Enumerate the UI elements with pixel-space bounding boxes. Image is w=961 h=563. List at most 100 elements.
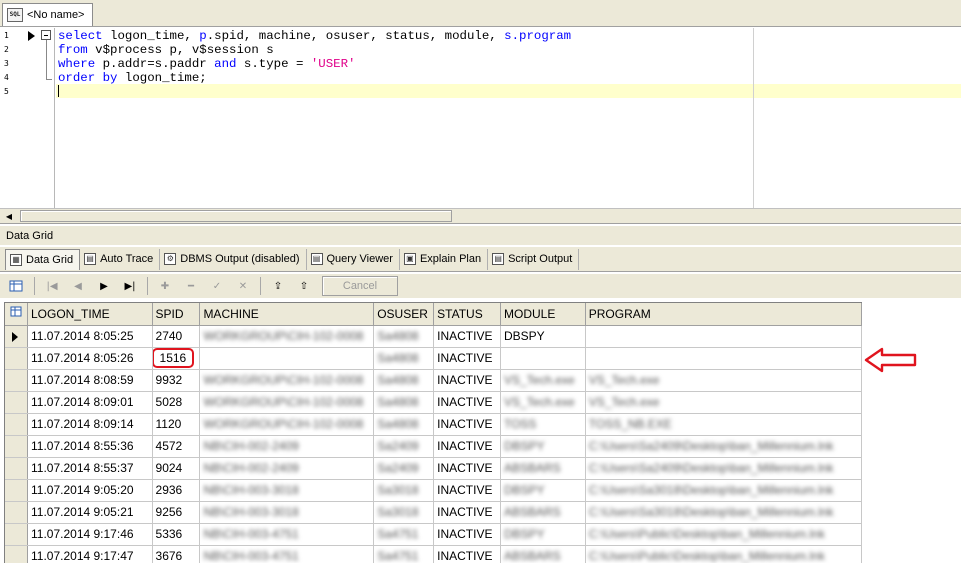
scroll-left-icon[interactable]: ◀ — [2, 211, 16, 222]
row-indicator[interactable] — [5, 545, 28, 563]
row-indicator[interactable] — [5, 347, 28, 370]
insert-record-button[interactable]: ✚ — [153, 276, 177, 296]
table-row[interactable]: 11.07.2014 9:05:21 9256 NB\CIH-003-3018 Sa3… — [5, 501, 862, 524]
row-indicator[interactable] — [5, 435, 28, 458]
cell-osuser[interactable]: Sa4751 — [373, 545, 435, 563]
cell-program[interactable]: VS_Tech.exe — [585, 369, 862, 392]
table-row[interactable]: 11.07.2014 8:05:25 2740 WORKGROUP\CIH-102-… — [5, 325, 862, 348]
collapse-icon[interactable] — [41, 30, 51, 40]
cell-spid[interactable]: 5028 — [152, 391, 201, 414]
cell-machine[interactable]: WORKGROUP\CIH-102-0008 — [199, 369, 375, 392]
export-button[interactable]: ⇪ — [266, 276, 290, 296]
cell-status[interactable]: INACTIVE — [433, 457, 501, 480]
column-header-spid[interactable]: SPID — [152, 303, 201, 326]
row-indicator[interactable] — [5, 413, 28, 436]
cell-osuser[interactable]: Sa4808 — [373, 369, 435, 392]
cell-machine[interactable]: NB\CIH-003-4751 — [199, 523, 375, 546]
column-header-module[interactable]: MODULE — [500, 303, 586, 326]
cell-program[interactable] — [585, 347, 862, 370]
cell-module[interactable]: DBSPY — [500, 523, 586, 546]
cell-logon-time[interactable]: 11.07.2014 8:09:14 — [27, 413, 153, 436]
cell-module[interactable]: DBSPY — [500, 479, 586, 502]
cell-logon-time[interactable]: 11.07.2014 8:55:37 — [27, 457, 153, 480]
cell-status[interactable]: INACTIVE — [433, 523, 501, 546]
cell-logon-time[interactable]: 11.07.2014 9:05:20 — [27, 479, 153, 502]
cell-spid[interactable]: 2936 — [152, 479, 201, 502]
cell-osuser[interactable]: Sa2409 — [373, 435, 435, 458]
cell-osuser[interactable]: Sa2409 — [373, 457, 435, 480]
cell-machine[interactable]: WORKGROUP\CIH-102-0008 — [199, 391, 375, 414]
cell-osuser[interactable]: Sa4808 — [373, 391, 435, 414]
cell-module[interactable]: ABSBARS — [500, 457, 586, 480]
cell-program[interactable]: C:\Users\Sa2409\Desktop\ban_Millennium.l… — [585, 457, 862, 480]
sql-editor[interactable]: 1 2 3 4 5 select logon_time, p.spid, machine… — [0, 28, 961, 224]
cell-osuser[interactable]: Sa4808 — [373, 325, 435, 348]
first-record-button[interactable]: |◀ — [40, 276, 64, 296]
cell-status[interactable]: INACTIVE — [433, 325, 501, 348]
cell-machine[interactable]: NB\CIH-003-4751 — [199, 545, 375, 563]
document-tab[interactable]: SQL <No name> — [2, 3, 93, 26]
column-header-status[interactable]: STATUS — [433, 303, 501, 326]
table-row[interactable]: 11.07.2014 8:09:01 5028 WORKGROUP\CIH-102-… — [5, 391, 862, 414]
cell-status[interactable]: INACTIVE — [433, 435, 501, 458]
cell-machine[interactable]: WORKGROUP\CIH-102-0008 — [199, 413, 375, 436]
cell-module[interactable]: VS_Tech.exe — [500, 369, 586, 392]
row-indicator[interactable] — [5, 457, 28, 480]
table-row[interactable]: 11.07.2014 8:09:14 1120 WORKGROUP\CIH-102-… — [5, 413, 862, 436]
cell-program[interactable]: C:\Users\Public\Desktop\ban_Millennium.l… — [585, 545, 862, 563]
tab-data-grid[interactable]: ▦ Data Grid — [5, 248, 81, 270]
scrollbar-thumb[interactable] — [20, 210, 452, 222]
cell-module[interactable] — [500, 347, 586, 370]
cell-machine[interactable] — [199, 347, 375, 370]
next-record-button[interactable]: ▶ — [92, 276, 116, 296]
tab-explain[interactable]: ▣ Explain Plan — [400, 248, 489, 270]
horizontal-scrollbar[interactable]: ◀ — [0, 208, 961, 223]
tab-auto[interactable]: ▤ Auto Trace — [80, 248, 161, 270]
cell-module[interactable]: ABSBARS — [500, 545, 586, 563]
cell-program[interactable]: C:\Users\Sa2409\Desktop\ban_Millennium.l… — [585, 435, 862, 458]
table-row[interactable]: 11.07.2014 9:17:47 3676 NB\CIH-003-4751 Sa4… — [5, 545, 862, 563]
row-indicator[interactable] — [5, 523, 28, 546]
post-edit-button[interactable]: ✓ — [205, 276, 229, 296]
cell-logon-time[interactable]: 11.07.2014 8:05:25 — [27, 325, 153, 348]
cell-program[interactable]: C:\Users\Sa3018\Desktop\ban_Millennium.l… — [585, 501, 862, 524]
cell-status[interactable]: INACTIVE — [433, 501, 501, 524]
cell-program[interactable]: VS_Tech.exe — [585, 391, 862, 414]
cell-spid[interactable]: 3676 — [152, 545, 201, 563]
cell-module[interactable]: DBSPY — [500, 325, 586, 348]
cell-osuser[interactable]: Sa4808 — [373, 347, 435, 370]
column-header-program[interactable]: PROGRAM — [585, 303, 862, 326]
cell-logon-time[interactable]: 11.07.2014 8:09:01 — [27, 391, 153, 414]
column-header-logon-time[interactable]: LOGON_TIME — [27, 303, 153, 326]
prior-record-button[interactable]: ◀ — [66, 276, 90, 296]
cell-spid[interactable]: 2740 — [152, 325, 201, 348]
cell-program[interactable]: C:\Users\Public\Desktop\ban_Millennium.l… — [585, 523, 862, 546]
cell-module[interactable]: DBSPY — [500, 435, 586, 458]
cell-status[interactable]: INACTIVE — [433, 347, 501, 370]
tab-script[interactable]: ▤ Script Output — [488, 248, 580, 270]
grid-options-icon[interactable] — [5, 276, 29, 296]
tab-query[interactable]: ▤ Query Viewer — [307, 248, 400, 270]
cell-spid[interactable]: 9932 — [152, 369, 201, 392]
cell-machine[interactable]: NB\CIH-003-3018 — [199, 479, 375, 502]
cell-machine[interactable]: NB\CIH-002-2409 — [199, 457, 375, 480]
column-header-osuser[interactable]: OSUSER — [373, 303, 435, 326]
delete-record-button[interactable]: ━ — [179, 276, 203, 296]
table-row[interactable]: 11.07.2014 9:17:46 5336 NB\CIH-003-4751 Sa4… — [5, 523, 862, 546]
table-row[interactable]: 11.07.2014 8:55:36 4572 NB\CIH-002-2409 Sa2… — [5, 435, 862, 458]
cell-logon-time[interactable]: 11.07.2014 9:17:46 — [27, 523, 153, 546]
cell-status[interactable]: INACTIVE — [433, 545, 501, 563]
cell-module[interactable]: TOSS — [500, 413, 586, 436]
cell-spid[interactable]: 9024 — [152, 457, 201, 480]
table-row[interactable]: 11.07.2014 9:05:20 2936 NB\CIH-003-3018 Sa3… — [5, 479, 862, 502]
table-row[interactable]: 11.07.2014 8:05:26 1516 Sa4808 INACTIVE — [5, 347, 862, 370]
cell-logon-time[interactable]: 11.07.2014 9:05:21 — [27, 501, 153, 524]
cell-logon-time[interactable]: 11.07.2014 8:55:36 — [27, 435, 153, 458]
cell-spid[interactable]: 4572 — [152, 435, 201, 458]
import-button[interactable]: ⇧ — [292, 276, 316, 296]
cell-osuser[interactable]: Sa3018 — [373, 479, 435, 502]
cell-osuser[interactable]: Sa4751 — [373, 523, 435, 546]
cell-spid[interactable]: 1516 — [152, 347, 201, 370]
column-header-machine[interactable]: MACHINE — [199, 303, 375, 326]
cell-logon-time[interactable]: 11.07.2014 8:05:26 — [27, 347, 153, 370]
